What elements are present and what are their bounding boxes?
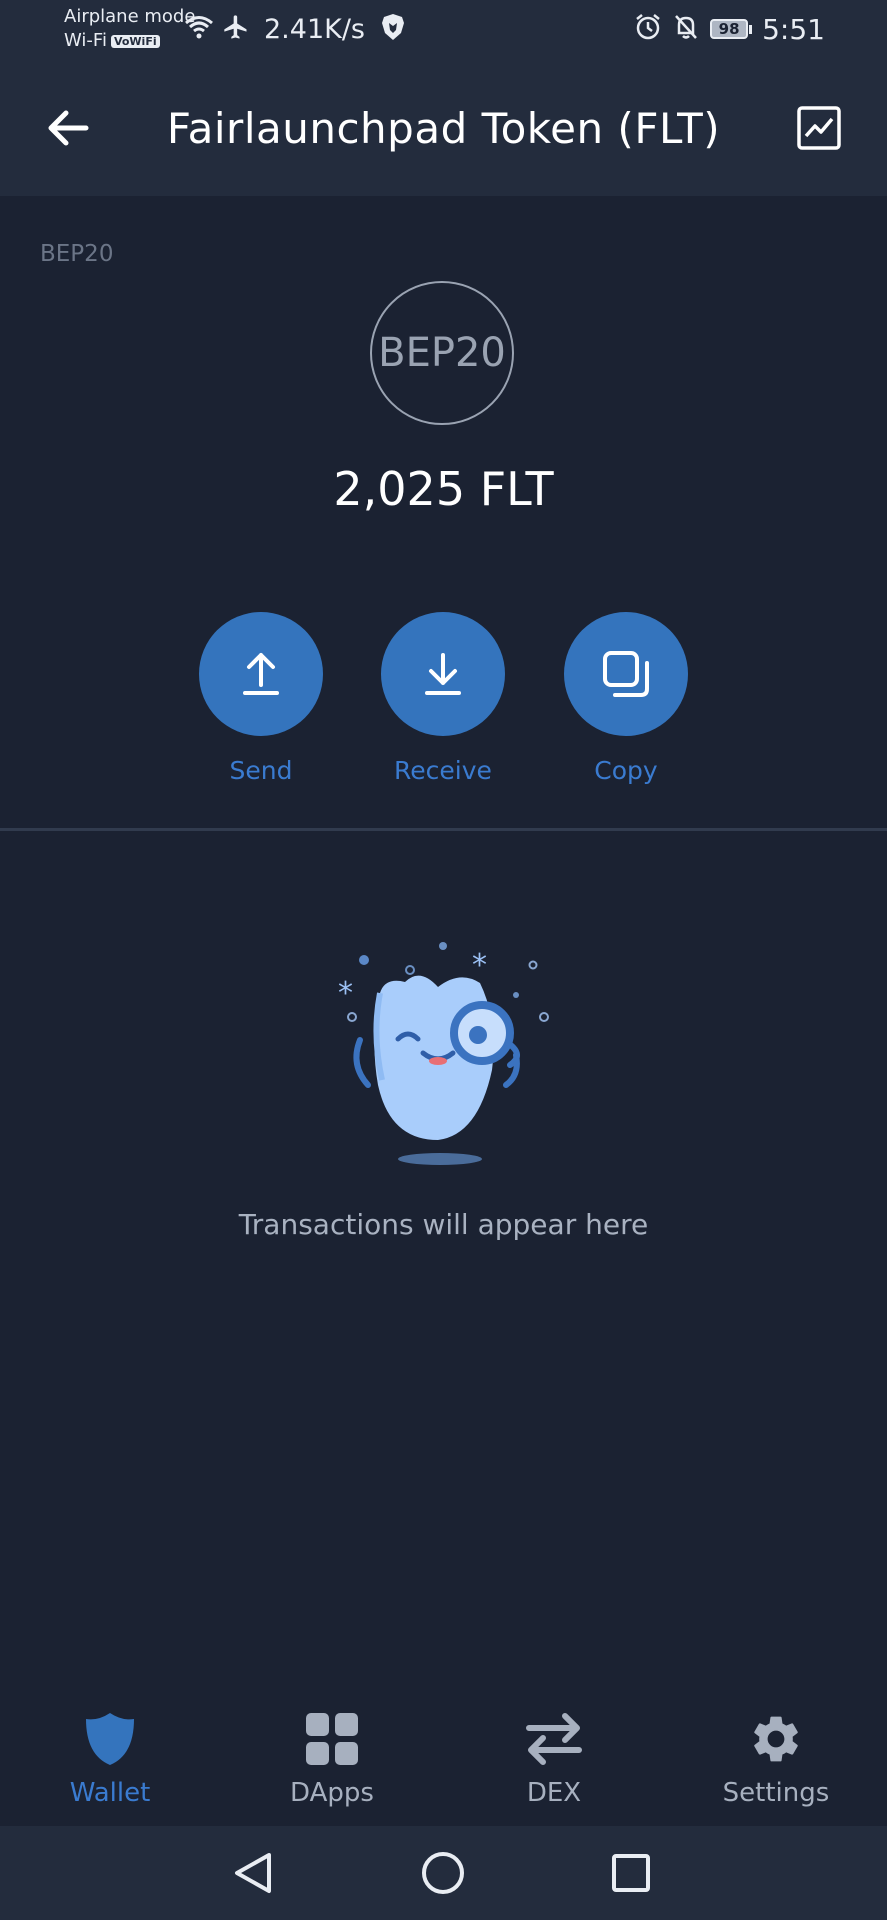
send-label: Send [229, 756, 293, 785]
wifi-icon [184, 14, 214, 44]
status-bar: Airplane mode Wi-Fi VoWiFi 2.41K/s 98 5:5… [0, 0, 887, 60]
battery-indicator: 98 [710, 19, 753, 39]
copy-label: Copy [594, 756, 658, 785]
wifi-label: Wi-Fi [64, 30, 107, 51]
token-balance: 2,025 FLT [333, 462, 554, 516]
copy-button[interactable]: Copy [564, 612, 688, 785]
shield-icon [86, 1713, 134, 1765]
airplane-mode-label: Airplane mode [64, 6, 196, 27]
vowifi-badge: VoWiFi [110, 35, 160, 48]
receive-label: Receive [394, 756, 492, 785]
nav-dex-label: DEX [526, 1778, 582, 1808]
nav-wallet[interactable]: Wallet [20, 1708, 200, 1808]
download-icon [425, 653, 461, 695]
brave-icon [381, 13, 405, 45]
price-chart-button[interactable] [793, 102, 845, 154]
empty-transactions-message: Transactions will appear here [238, 1208, 649, 1241]
network-speed: 2.41K/s [264, 13, 365, 45]
nav-dapps[interactable]: DApps [242, 1708, 422, 1808]
alarm-icon [634, 13, 662, 45]
battery-tip [749, 24, 753, 34]
nav-settings[interactable]: Settings [686, 1708, 866, 1808]
system-navigation-bar [0, 1826, 887, 1920]
section-divider [0, 828, 887, 831]
app-bar: Fairlaunchpad Token (FLT) [0, 60, 887, 196]
airplane-icon [222, 13, 250, 45]
grid-icon [306, 1713, 358, 1765]
system-back-button[interactable] [228, 1848, 278, 1898]
notifications-off-icon [672, 13, 700, 45]
status-icons-right: 98 5:51 [634, 12, 825, 46]
status-icons-left: 2.41K/s [184, 12, 405, 46]
network-tag: BEP20 [40, 241, 114, 267]
copy-circle[interactable] [564, 612, 688, 736]
square-recents-icon [612, 1854, 650, 1892]
svg-text:*: * [472, 948, 487, 983]
system-recents-button[interactable] [606, 1848, 656, 1898]
circle-home-icon [422, 1852, 464, 1894]
receive-button[interactable]: Receive [381, 612, 505, 785]
nav-wallet-label: Wallet [69, 1778, 151, 1808]
send-circle[interactable] [199, 612, 323, 736]
clock: 5:51 [762, 12, 825, 46]
svg-text:*: * [338, 976, 353, 1011]
connectivity-status: Airplane mode Wi-Fi VoWiFi [64, 5, 195, 54]
nav-dapps-label: DApps [290, 1778, 374, 1808]
chart-icon [797, 106, 841, 150]
bottom-navigation: Wallet DApps DEX Settings [0, 1690, 887, 1826]
copy-icon [603, 651, 649, 697]
page-title: Fairlaunchpad Token (FLT) [166, 104, 721, 153]
empty-transactions-illustration: * * [338, 942, 549, 1165]
triangle-back-icon [235, 1853, 271, 1893]
upload-icon [243, 653, 279, 695]
token-logo-text: BEP20 [378, 330, 506, 376]
token-logo: BEP20 [370, 281, 514, 425]
battery-level: 98 [710, 19, 749, 39]
send-button[interactable]: Send [199, 612, 323, 785]
nav-settings-label: Settings [722, 1778, 830, 1808]
gear-icon [754, 1716, 798, 1762]
system-home-button[interactable] [418, 1848, 468, 1898]
swap-arrows-icon [526, 1713, 582, 1765]
nav-dex[interactable]: DEX [464, 1708, 644, 1808]
receive-circle[interactable] [381, 612, 505, 736]
